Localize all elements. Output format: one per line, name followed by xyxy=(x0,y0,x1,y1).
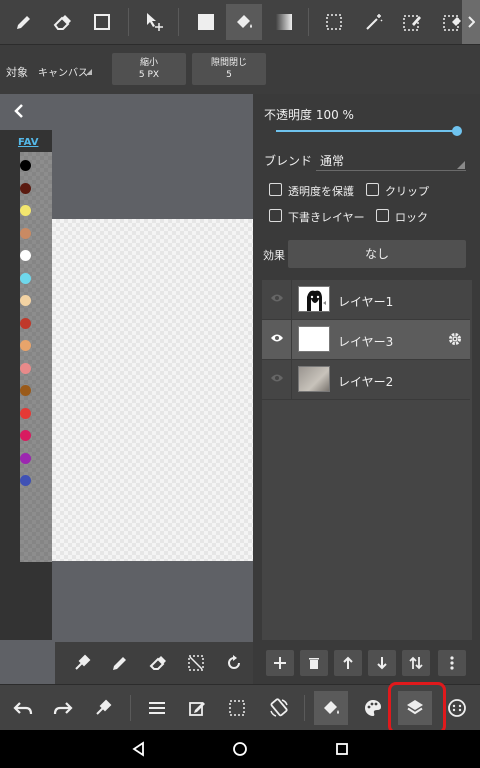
eye-icon[interactable] xyxy=(270,293,284,303)
layer-name: レイヤー1 xyxy=(338,295,394,309)
deselect-icon[interactable] xyxy=(183,650,209,676)
effect-label: 効果 xyxy=(263,249,285,262)
color-swatch[interactable] xyxy=(20,317,31,329)
bucket-icon[interactable] xyxy=(314,691,348,725)
eye-icon[interactable] xyxy=(270,373,284,383)
effect-button[interactable]: なし xyxy=(288,240,466,268)
move-layer-up-button[interactable] xyxy=(334,650,362,676)
layer-tools-bar xyxy=(262,642,480,684)
drawing-canvas[interactable] xyxy=(52,219,253,561)
trash-icon[interactable] xyxy=(300,650,328,676)
target-select-arrow-icon xyxy=(86,69,92,75)
clip-checkbox[interactable] xyxy=(366,183,379,196)
top-toolbar xyxy=(0,0,480,44)
add-layer-button[interactable] xyxy=(266,650,294,676)
toolbar-more-button[interactable] xyxy=(462,0,480,44)
menu-icon[interactable] xyxy=(140,691,174,725)
color-swatch[interactable] xyxy=(20,407,31,419)
layer-thumbnail xyxy=(298,366,330,392)
select-rect-icon[interactable] xyxy=(316,4,352,40)
color-swatch[interactable] xyxy=(20,205,31,216)
layer-thumbnail xyxy=(298,326,330,352)
selection-icon[interactable] xyxy=(220,691,254,725)
palette-icon[interactable] xyxy=(356,691,390,725)
edit-icon[interactable] xyxy=(180,691,214,725)
lock-checkbox[interactable] xyxy=(376,209,389,222)
color-swatch[interactable] xyxy=(20,362,31,374)
eyedropper-icon[interactable] xyxy=(86,691,120,725)
protect-alpha-label: 透明度を保護 xyxy=(288,185,354,198)
recents-icon[interactable] xyxy=(332,739,352,759)
layer-name: レイヤー3 xyxy=(338,335,394,349)
target-select[interactable]: キャンバス xyxy=(38,64,88,79)
layer-thumbnail xyxy=(298,286,330,312)
color-swatch[interactable] xyxy=(20,340,31,351)
color-swatch[interactable] xyxy=(20,475,31,486)
draft-layer-checkbox[interactable] xyxy=(269,209,282,222)
collapse-palette-button[interactable] xyxy=(8,100,30,122)
screen-rotate-icon[interactable] xyxy=(262,691,296,725)
move-icon[interactable] xyxy=(136,4,172,40)
undo-icon[interactable] xyxy=(6,691,40,725)
gradient-icon[interactable] xyxy=(266,4,302,40)
color-swatch[interactable] xyxy=(20,452,31,464)
blend-select[interactable]: 通常 xyxy=(320,152,344,169)
redo-icon[interactable] xyxy=(46,691,80,725)
gap-close-title: 隙間閉じ xyxy=(210,58,247,68)
gap-close-button[interactable]: 隙間閉じ 5 xyxy=(192,53,266,85)
magic-wand-icon[interactable] xyxy=(356,4,392,40)
eraser-icon[interactable] xyxy=(145,650,171,676)
blend-label: ブレンド xyxy=(264,154,313,168)
clip-label: クリップ xyxy=(385,185,429,198)
shrink-title: 縮小 xyxy=(139,58,158,68)
bucket-icon[interactable] xyxy=(226,4,262,40)
layers-button-highlight xyxy=(388,682,446,734)
layer-row-1[interactable]: レイヤー1 xyxy=(262,280,470,320)
merge-layer-button[interactable] xyxy=(402,650,430,676)
color-swatch[interactable] xyxy=(20,295,31,306)
color-swatch[interactable] xyxy=(20,250,31,261)
lock-label: ロック xyxy=(395,211,428,224)
canvas-tools-bar xyxy=(55,642,253,684)
pen-icon[interactable] xyxy=(107,650,133,676)
color-swatch[interactable] xyxy=(20,272,31,284)
eraser-icon[interactable] xyxy=(44,4,80,40)
rectangle-icon[interactable] xyxy=(84,4,120,40)
eye-icon[interactable] xyxy=(270,333,284,343)
rotate-icon[interactable] xyxy=(221,650,247,676)
blend-select-underline xyxy=(316,170,466,171)
select-pen-icon[interactable] xyxy=(394,4,430,40)
system-nav-bar xyxy=(0,730,480,768)
opacity-slider-track[interactable] xyxy=(276,130,458,132)
fav-tab[interactable]: FAV xyxy=(18,137,38,148)
gear-icon[interactable] xyxy=(448,332,462,346)
layer-row-2[interactable]: レイヤー2 xyxy=(262,360,470,400)
blend-select-arrow-icon xyxy=(457,161,465,169)
move-layer-down-button[interactable] xyxy=(368,650,396,676)
layer-row-3[interactable]: レイヤー3 xyxy=(262,320,470,360)
protect-alpha-checkbox[interactable] xyxy=(269,183,282,196)
pen-icon[interactable] xyxy=(6,4,42,40)
color-swatch[interactable] xyxy=(20,385,31,396)
home-icon[interactable] xyxy=(230,739,250,759)
opacity-slider-knob[interactable] xyxy=(452,126,462,136)
more-vert-icon[interactable] xyxy=(438,650,466,676)
gap-close-value: 5 xyxy=(226,70,232,80)
color-swatch[interactable] xyxy=(20,227,31,239)
opacity-label: 不透明度 100 % xyxy=(264,108,354,122)
color-swatch[interactable] xyxy=(20,160,31,171)
color-swatch[interactable] xyxy=(20,182,31,194)
shrink-button[interactable]: 縮小 5 PX xyxy=(112,53,186,85)
back-icon[interactable] xyxy=(128,739,148,759)
draft-layer-label: 下書きレイヤー xyxy=(288,211,365,224)
shrink-value: 5 PX xyxy=(138,70,160,80)
color-swatch[interactable] xyxy=(20,430,31,441)
target-label: 対象 xyxy=(6,66,28,79)
layer-name: レイヤー2 xyxy=(338,375,394,389)
fill-rect-icon[interactable] xyxy=(188,4,224,40)
eyedropper-icon[interactable] xyxy=(69,650,95,676)
options-bar: 対象 キャンバス 縮小 5 PX 隙間閉じ 5 xyxy=(0,44,480,94)
